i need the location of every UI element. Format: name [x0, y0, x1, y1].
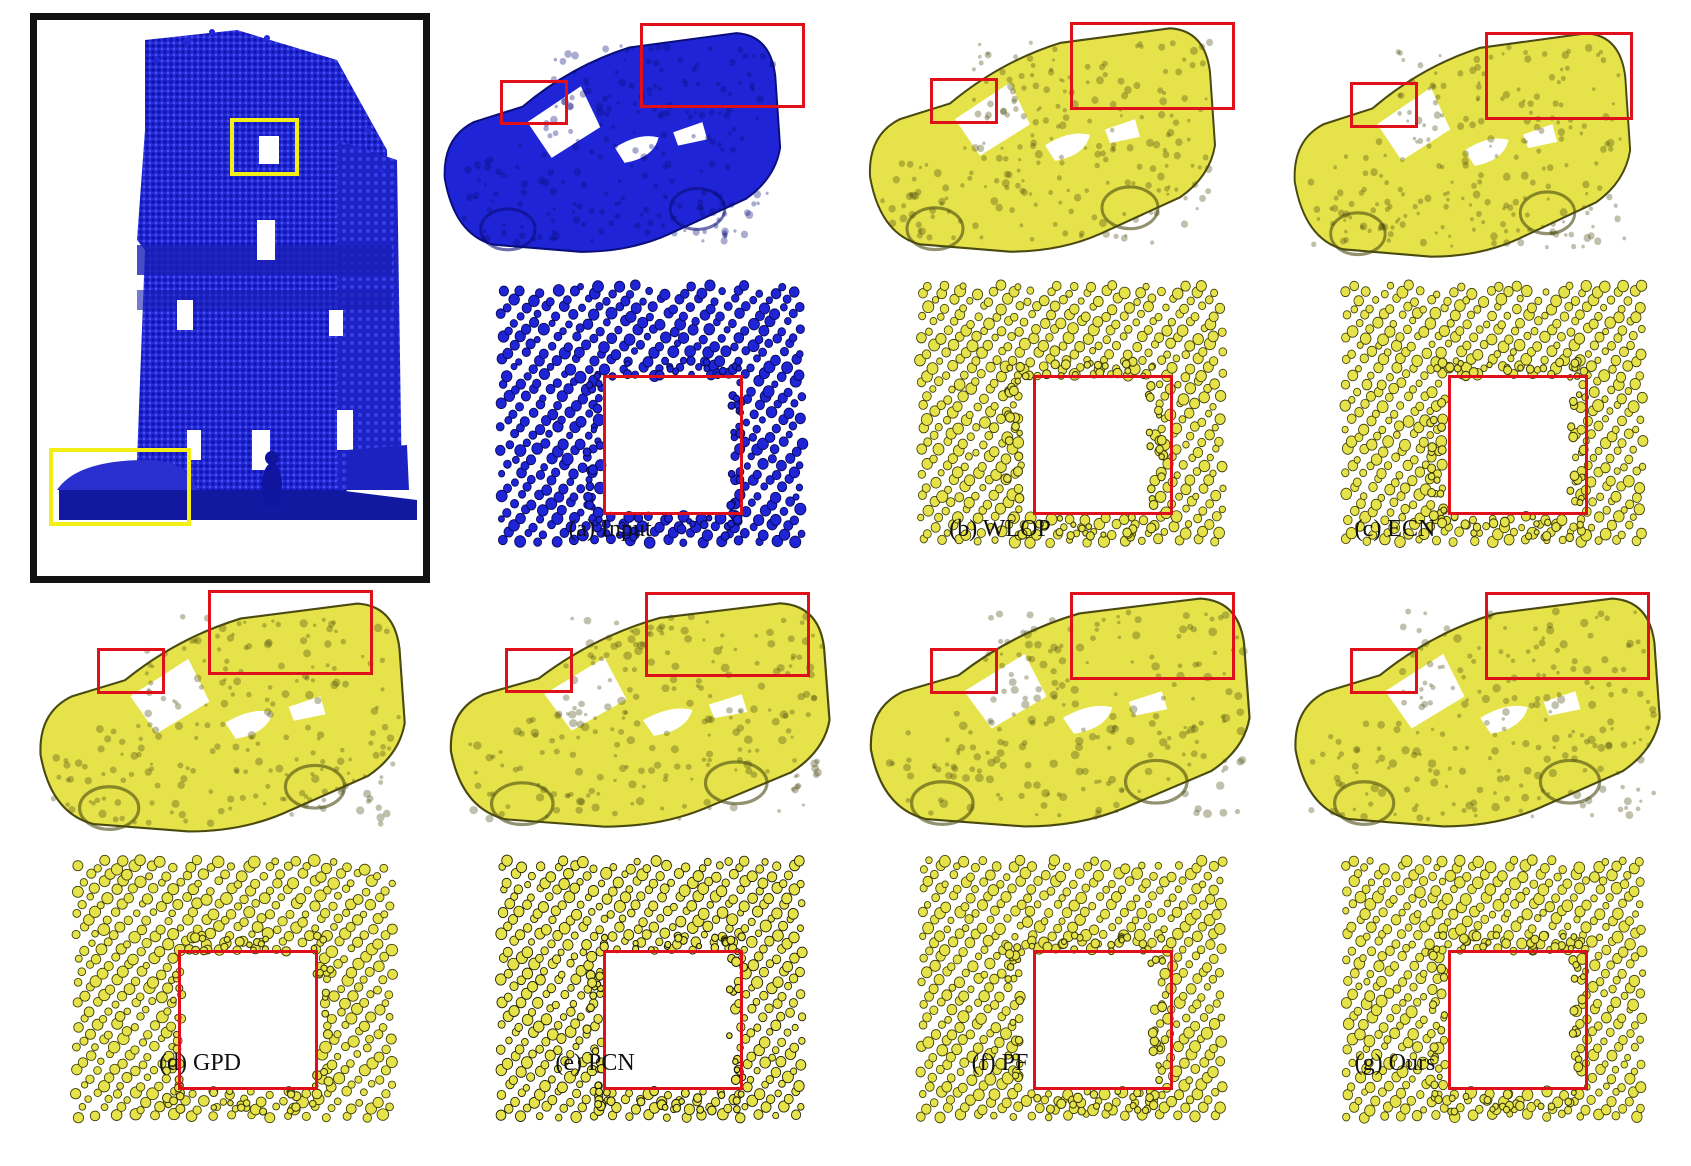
roof-highlight-box [1485, 592, 1650, 680]
roof-highlight-box [208, 590, 373, 675]
zoom-input [495, 279, 809, 549]
windshield-highlight-box [930, 78, 998, 124]
car-input [435, 23, 805, 260]
caption-pcn: (e) PCN [555, 1050, 635, 1076]
windshield-highlight-box [97, 648, 165, 694]
zoom-wlop [914, 279, 1228, 549]
car-wlop [860, 20, 1235, 260]
car-pcn [440, 592, 835, 835]
zoom-pf [915, 854, 1228, 1124]
roof-highlight-box [1485, 32, 1633, 120]
zoom-gpd [70, 854, 398, 1124]
caption-gpd: (d) GPD [159, 1050, 241, 1076]
windshield-highlight-box [1350, 648, 1418, 694]
car-pf [860, 590, 1255, 835]
scene-overview [30, 13, 430, 583]
car-ours [1285, 590, 1665, 835]
zoom-ecn [1339, 279, 1649, 548]
window-hole-highlight-box [1033, 375, 1173, 515]
window-hole-highlight-box [603, 375, 743, 515]
windshield-highlight-box [930, 648, 998, 694]
roof-highlight-box [1070, 592, 1235, 680]
windshield-highlight-box [505, 648, 573, 693]
caption-wlop: (b) WLOP [949, 516, 1051, 542]
car-highlight-box [49, 448, 191, 526]
car-ecn [1285, 25, 1635, 265]
windshield-highlight-box [1350, 82, 1418, 128]
windshield-highlight-box [500, 80, 568, 125]
caption-input: (a) Input [568, 516, 652, 542]
caption-ecn: (c) ECN [1354, 516, 1436, 542]
roof-highlight-box [640, 23, 805, 108]
window-hole-highlight-box [1448, 375, 1588, 515]
roof-highlight-box [645, 592, 810, 677]
caption-ours: (g) Ours [1354, 1050, 1436, 1076]
roof-highlight-box [1070, 22, 1235, 110]
zoom-ours [1341, 854, 1648, 1124]
zoom-pcn [495, 854, 808, 1124]
window-highlight-box [230, 118, 299, 176]
car-gpd [30, 590, 410, 840]
caption-pf: (f) PF [971, 1050, 1029, 1076]
